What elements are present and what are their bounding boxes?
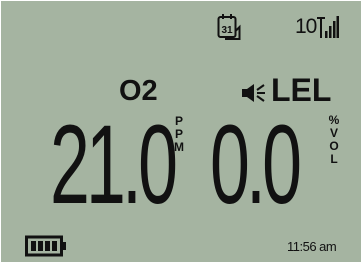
lel-unit-label: % V O L [327,114,341,166]
gas-detector-display: 31 10 O2 LEL 21.0 P P M 0.0 % V O L 11:5… [1,1,361,262]
clock-time: 11:56 am [287,239,337,254]
battery-icon [25,235,66,257]
signal-bars-icon [317,16,339,38]
signal-strength-value: 10 [295,15,317,38]
lel-unit-letter: L [330,152,338,166]
o2-reading: 21.0 [50,102,178,227]
calendar-day-label: 31 [221,25,233,36]
lel-reading: 0.0 [210,102,302,227]
calendar-icon: 31 [217,14,241,40]
o2-unit-letter: M [174,140,184,154]
o2-unit-label: P P M [172,115,186,154]
